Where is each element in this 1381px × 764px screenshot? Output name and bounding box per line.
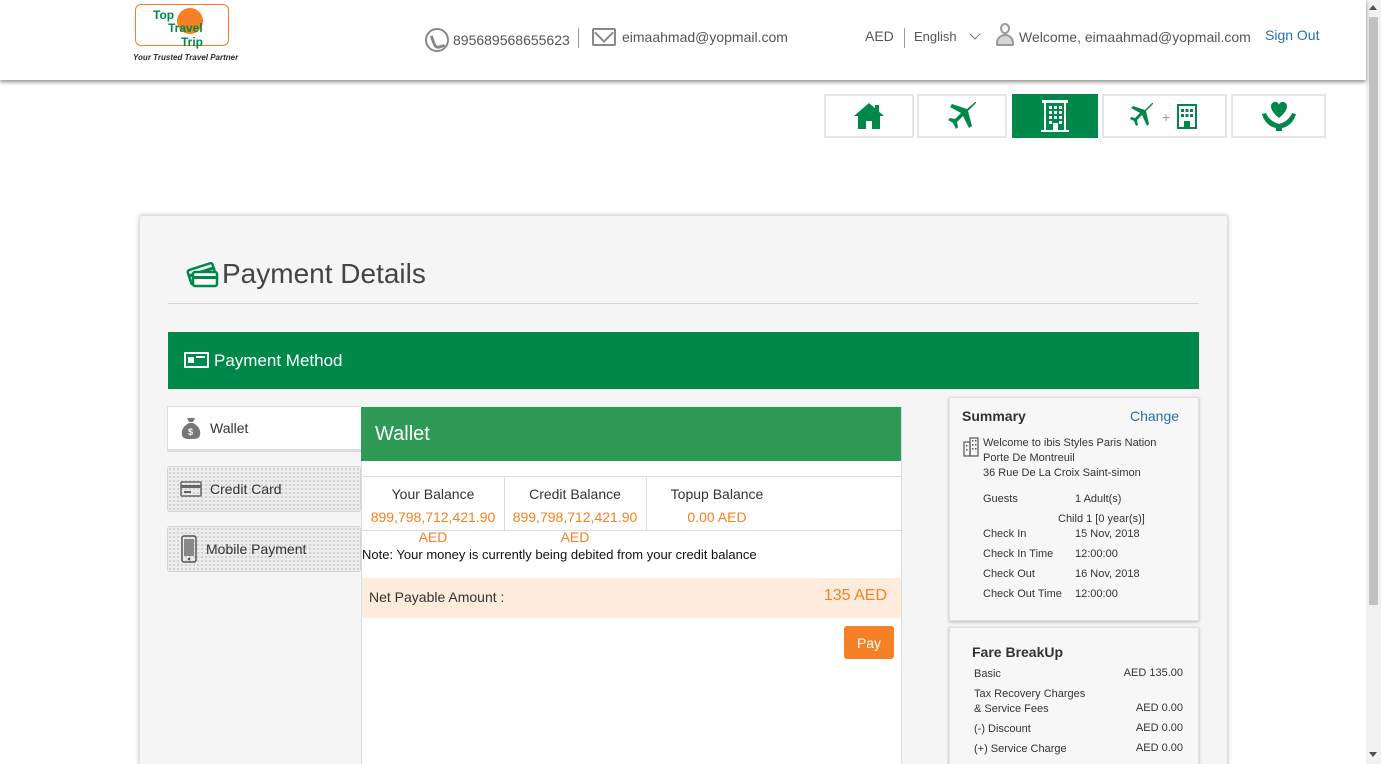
flight-plus-hotel-icon: + bbox=[1129, 102, 1197, 129]
nav-flight-hotel[interactable]: + bbox=[1102, 94, 1227, 138]
site-logo[interactable]: Top Travel Trip Your Trusted Travel Part… bbox=[133, 4, 238, 64]
credit-card-icon bbox=[180, 481, 202, 497]
payment-method-icon bbox=[184, 352, 209, 368]
your-balance-currency: AED bbox=[418, 529, 448, 545]
hotel-name-line-2: Porte De Montreuil bbox=[983, 452, 1075, 464]
guests-value: 1 Adult(s) bbox=[1075, 493, 1122, 505]
topup-balance-value: 0.00 AED bbox=[687, 509, 747, 525]
chevron-down-icon bbox=[968, 28, 981, 40]
money-bag-icon: $ bbox=[181, 418, 201, 439]
your-balance-value: 899,798,712,421.90 bbox=[370, 509, 496, 525]
language-selector[interactable]: English bbox=[914, 28, 981, 44]
child-value: Child 1 [0 year(s)] bbox=[1058, 513, 1145, 525]
currency-selector[interactable]: AED bbox=[865, 28, 894, 44]
logo-line-2: Travel bbox=[168, 21, 203, 35]
tab-credit-card-label: Credit Card bbox=[210, 481, 282, 497]
logo-line-1: Top bbox=[153, 8, 175, 22]
nav-flights[interactable] bbox=[917, 94, 1007, 138]
debit-note: Note: Your money is currently being debi… bbox=[362, 547, 757, 562]
tab-mobile-payment-label: Mobile Payment bbox=[206, 541, 307, 557]
tax-label-line-1: Tax Recovery Charges bbox=[974, 688, 1086, 700]
credit-balance-currency: AED bbox=[560, 529, 590, 545]
guests-label: Guests bbox=[983, 493, 1018, 505]
tax-label-line-2: & Service Fees bbox=[974, 703, 1049, 715]
check-out-label: Check Out bbox=[983, 568, 1035, 580]
your-balance-label: Your Balance bbox=[391, 486, 475, 502]
nav-home[interactable] bbox=[824, 94, 914, 138]
tax-value: AED 0.00 bbox=[1135, 702, 1183, 714]
basic-value: AED 135.00 bbox=[1123, 667, 1183, 679]
logo-tagline: Your Trusted Travel Partner bbox=[133, 53, 239, 62]
sign-out-link[interactable]: Sign Out bbox=[1265, 27, 1319, 43]
header-phone: 895689568655623 bbox=[425, 28, 570, 52]
header-email: eimaahmad@yopmail.com bbox=[592, 28, 788, 46]
net-payable-label: Net Payable Amount : bbox=[369, 589, 505, 605]
nav-holidays[interactable] bbox=[1231, 94, 1326, 138]
pay-button[interactable]: Pay bbox=[844, 626, 894, 659]
page-scrollbar[interactable] bbox=[1366, 0, 1381, 764]
hotel-building-icon bbox=[963, 437, 979, 457]
hotel-icon bbox=[1041, 100, 1069, 132]
service-charge-value: AED 0.00 bbox=[1135, 742, 1183, 754]
basic-label: Basic bbox=[974, 668, 1001, 680]
service-charge-label: (+) Service Charge bbox=[974, 743, 1067, 755]
wallet-header bbox=[361, 407, 901, 461]
change-link[interactable]: Change bbox=[1130, 408, 1179, 424]
check-in-label: Check In bbox=[983, 528, 1027, 540]
title-divider bbox=[168, 303, 1199, 304]
mobile-phone-icon bbox=[181, 535, 197, 563]
email-address: eimaahmad@yopmail.com bbox=[622, 29, 788, 45]
welcome-text: Welcome, eimaahmad@yopmail.com bbox=[1019, 29, 1251, 45]
payment-method-title: Payment Method bbox=[214, 351, 343, 370]
header-welcome: Welcome, eimaahmad@yopmail.com bbox=[995, 23, 1251, 47]
home-icon bbox=[854, 103, 884, 129]
phone-icon bbox=[425, 28, 449, 52]
fare-title: Fare BreakUp bbox=[972, 644, 1064, 660]
discount-label: (-) Discount bbox=[974, 723, 1031, 735]
scroll-thumb[interactable] bbox=[1369, 17, 1378, 605]
credit-balance-label: Credit Balance bbox=[529, 486, 621, 502]
check-in-time-label: Check In Time bbox=[983, 548, 1054, 560]
summary-title: Summary bbox=[962, 408, 1026, 424]
scroll-down-arrow-icon[interactable] bbox=[1369, 752, 1377, 757]
topup-balance-label: Topup Balance bbox=[670, 486, 764, 502]
flight-icon bbox=[948, 101, 977, 129]
scroll-up-arrow-icon[interactable] bbox=[1369, 5, 1377, 10]
check-in-value: 15 Nov, 2018 bbox=[1075, 528, 1140, 540]
check-in-time-value: 12:00:00 bbox=[1075, 548, 1118, 560]
nav-hotels[interactable] bbox=[1012, 94, 1098, 138]
tab-wallet[interactable]: $ Wallet bbox=[167, 406, 361, 452]
header-divider bbox=[578, 28, 579, 48]
holiday-care-icon bbox=[1261, 101, 1296, 131]
payment-cards-icon bbox=[186, 261, 219, 288]
svg-text:$: $ bbox=[188, 427, 193, 437]
discount-value: AED 0.00 bbox=[1135, 722, 1183, 734]
net-payable-amount: 135 AED bbox=[823, 587, 887, 604]
tab-wallet-label: Wallet bbox=[210, 420, 249, 436]
hotel-name-address: Welcome to ibis Styles Paris Nation Port… bbox=[983, 436, 1183, 481]
credit-balance-value: 899,798,712,421.90 bbox=[512, 509, 638, 525]
mail-icon bbox=[592, 28, 616, 46]
header-divider bbox=[904, 28, 905, 48]
hotel-name-line-1: Welcome to ibis Styles Paris Nation bbox=[983, 437, 1157, 449]
tab-mobile-payment[interactable]: Mobile Payment bbox=[167, 526, 361, 572]
hotel-address: 36 Rue De La Croix Saint-simon bbox=[983, 467, 1141, 479]
check-out-time-value: 12:00:00 bbox=[1075, 588, 1118, 600]
tab-credit-card[interactable]: Credit Card bbox=[167, 466, 361, 512]
page-title: Payment Details bbox=[222, 258, 426, 289]
tax-label: Tax Recovery Charges & Service Fees bbox=[974, 687, 1085, 717]
svg-text:+: + bbox=[1162, 109, 1170, 125]
currency-label: AED bbox=[865, 28, 894, 44]
check-out-time-label: Check Out Time bbox=[983, 588, 1062, 600]
phone-number: 895689568655623 bbox=[453, 32, 570, 48]
language-label: English bbox=[914, 29, 957, 44]
check-out-value: 16 Nov, 2018 bbox=[1075, 568, 1140, 580]
logo-line-3: Trip bbox=[181, 35, 204, 49]
site-header: Top Travel Trip Your Trusted Travel Part… bbox=[0, 0, 1366, 80]
wallet-title: Wallet bbox=[375, 423, 430, 445]
user-icon bbox=[995, 23, 1015, 47]
